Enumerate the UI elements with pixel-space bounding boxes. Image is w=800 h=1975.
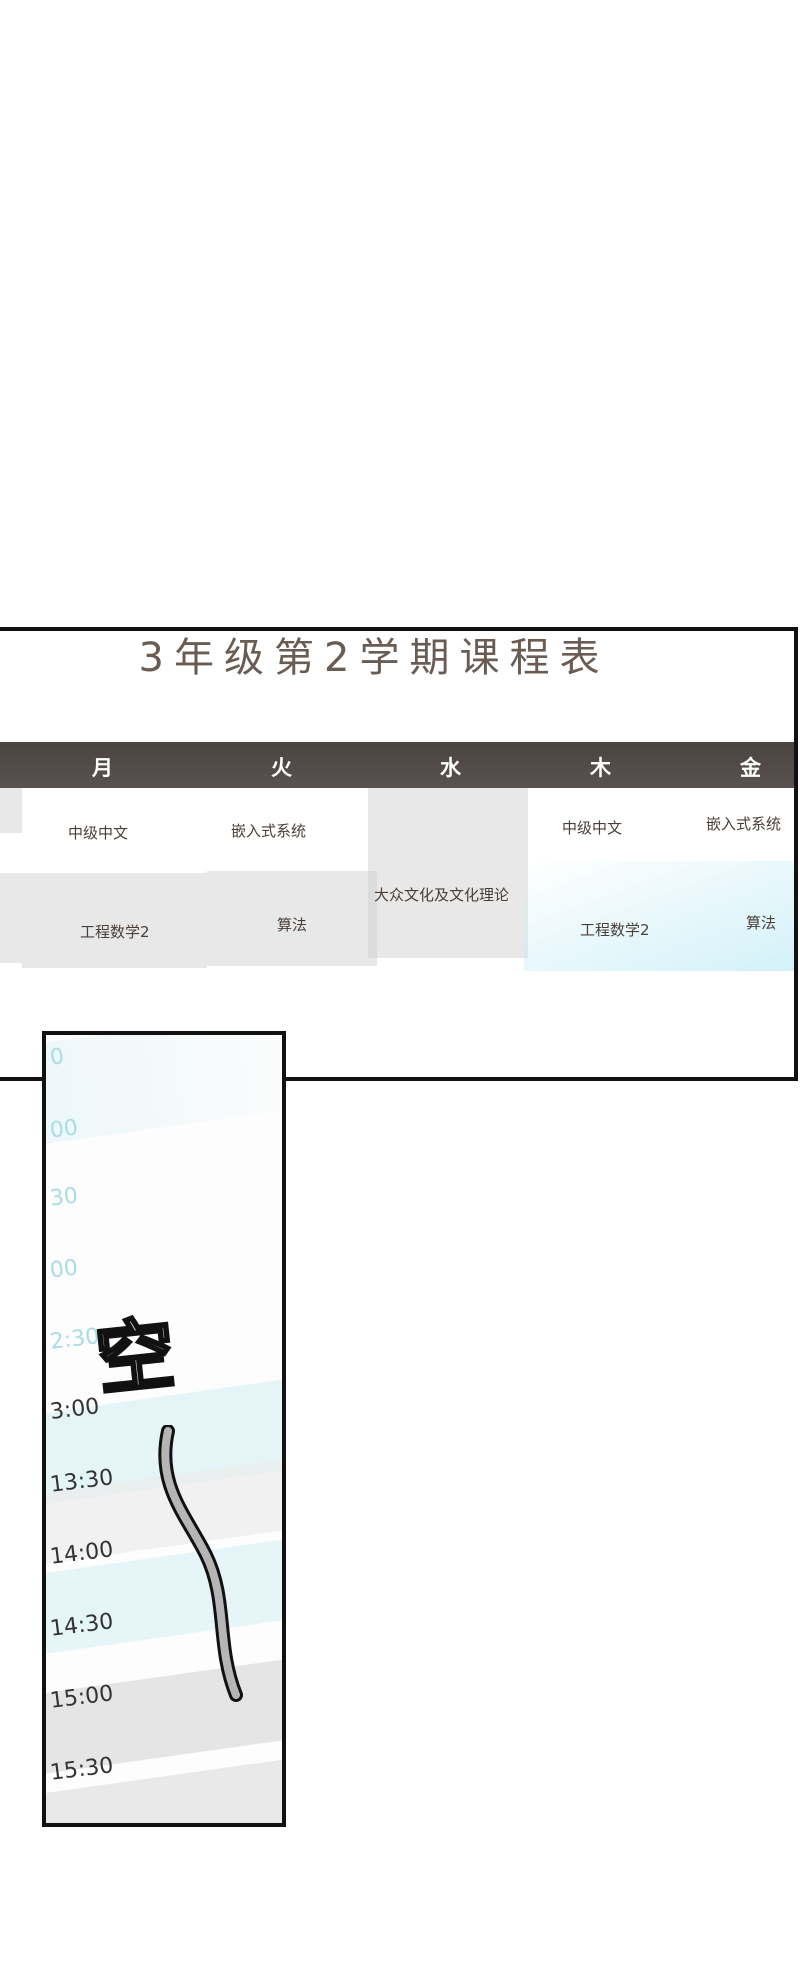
time-label: 00	[48, 1115, 80, 1144]
course-fri-2: 算法	[746, 914, 777, 932]
header-day-mon: 月	[92, 756, 113, 780]
time-label: 30	[48, 1183, 80, 1212]
cell-shade	[0, 873, 22, 963]
header-day-tue: 火	[271, 756, 292, 780]
weekday-header: 月 火 水 木 金	[0, 742, 794, 788]
schedule-title: 3年级第2学期课程表	[138, 635, 610, 681]
time-label-fragment: 0	[0, 968, 1, 988]
course-mon-2: 工程数学2	[80, 923, 150, 941]
closeup-panel: 0 00 30 00 2:30 3:00 13:30 14:00 14:30 1…	[42, 1031, 286, 1827]
time-label-fragment: 0	[0, 1061, 1, 1077]
time-label: 0	[48, 1044, 66, 1071]
squiggle-line-icon	[158, 1425, 243, 1702]
cell-shade	[368, 788, 528, 958]
course-tue-2: 算法	[277, 916, 308, 934]
header-day-wed: 水	[440, 756, 461, 780]
header-day-thu: 木	[590, 756, 611, 780]
course-fri-1: 嵌入式系统	[706, 815, 782, 833]
stripe	[46, 1035, 282, 1146]
time-label-fragment: 0	[0, 1015, 1, 1035]
time-label: 00	[48, 1255, 80, 1284]
course-tue-1: 嵌入式系统	[231, 822, 307, 840]
sfx-empty-text: 空	[91, 1308, 181, 1409]
header-day-fri: 金	[740, 756, 761, 780]
course-wed-1: 大众文化及文化理论	[374, 886, 510, 904]
course-mon-1: 中级中文	[68, 824, 129, 842]
cell-shade	[0, 788, 22, 833]
course-thu-1: 中级中文	[562, 819, 623, 837]
schedule-panel: 3年级第2学期课程表 月 火 水 木 金 中级中文 嵌入式系统 大众文化及文化理…	[0, 627, 798, 1081]
course-thu-2: 工程数学2	[580, 921, 650, 939]
